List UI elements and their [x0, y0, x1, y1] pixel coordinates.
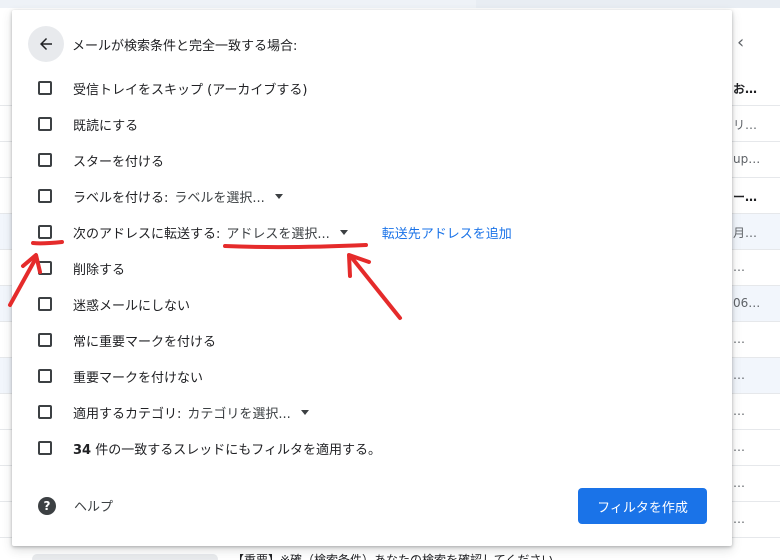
category-select-dropdown[interactable]: カテゴリを選択... — [187, 403, 309, 422]
bg-snippet: up… — [733, 152, 761, 166]
option-label: 受信トレイをスキップ (アーカイブする) — [73, 82, 308, 98]
option-label: 34 件の一致するスレッドにもフィルタを適用する。 — [73, 439, 381, 458]
checkbox-apply-label[interactable] — [38, 189, 52, 203]
checkbox-never-important[interactable] — [38, 369, 52, 383]
option-label: 削除する — [73, 262, 126, 278]
option-star: スターを付ける — [38, 150, 164, 170]
dialog-header: メールが検索条件と完全一致する場合: — [28, 26, 297, 62]
checkbox-mark-read[interactable] — [38, 117, 52, 131]
bg-snippet: … — [733, 404, 745, 418]
bg-snippet: 月… — [733, 226, 758, 240]
bg-snippet: … — [733, 368, 745, 382]
option-delete: 削除する — [38, 258, 125, 278]
option-label: 重要マークを付けない — [73, 370, 204, 386]
bg-snippet: お… — [733, 82, 758, 96]
add-forwarding-address-link[interactable]: 転送先アドレスを追加 — [382, 223, 512, 242]
option-mark-read: 既読にする — [38, 114, 138, 134]
checkbox-skip-inbox[interactable] — [38, 81, 52, 95]
dropdown-value: ラベルを選択... — [174, 190, 265, 206]
option-label: 次のアドレスに転送する: — [73, 226, 221, 242]
option-label: 迷惑メールにしない — [73, 298, 191, 314]
option-label: 適用するカテゴリ: — [73, 406, 182, 422]
arrow-back-icon — [40, 38, 52, 50]
dialog-title: メールが検索条件と完全一致する場合: — [72, 38, 298, 54]
option-skip-inbox: 受信トレイをスキップ (アーカイブする) — [38, 78, 308, 98]
background-top-band-right — [476, 0, 780, 8]
bg-bottom-text: 【重要】※確（検索条件）あなたの検索を確認してください — [232, 553, 554, 560]
option-label: ラベルを付ける: — [73, 190, 169, 206]
chevron-left-icon[interactable]: ‹ — [737, 32, 744, 53]
address-select-dropdown[interactable]: アドレスを選択... — [226, 223, 348, 242]
option-never-spam: 迷惑メールにしない — [38, 294, 190, 314]
bg-snippet: … — [733, 476, 745, 490]
dropdown-arrow-icon — [339, 229, 348, 235]
bg-snippet: … — [733, 512, 745, 526]
dropdown-arrow-icon — [300, 409, 309, 415]
bg-snippet: リ… — [733, 118, 758, 132]
help-icon: ? — [38, 496, 56, 515]
option-label: 常に重要マークを付ける — [73, 334, 217, 350]
checkbox-never-spam[interactable] — [38, 297, 52, 311]
filter-dialog: メールが検索条件と完全一致する場合: 受信トレイをスキップ (アーカイブする) … — [12, 10, 732, 546]
create-filter-button[interactable]: フィルタを作成 — [578, 488, 707, 524]
dropdown-arrow-icon — [274, 193, 283, 199]
dropdown-value: カテゴリを選択... — [187, 406, 291, 422]
checkbox-forward[interactable] — [38, 225, 52, 239]
checkbox-always-important[interactable] — [38, 333, 52, 347]
dropdown-value: アドレスを選択... — [226, 226, 330, 242]
match-count: 34 — [73, 442, 92, 458]
checkbox-star[interactable] — [38, 153, 52, 167]
checkbox-category[interactable] — [38, 405, 52, 419]
option-label: スターを付ける — [73, 154, 165, 170]
bg-bottom-chip — [32, 554, 218, 560]
option-apply-to-matching: 34 件の一致するスレッドにもフィルタを適用する。 — [38, 438, 381, 458]
option-forward: 次のアドレスに転送する: アドレスを選択... 転送先アドレスを追加 — [38, 222, 512, 242]
checkbox-delete[interactable] — [38, 261, 52, 275]
bg-snippet: 06… — [733, 296, 761, 310]
option-always-important: 常に重要マークを付ける — [38, 330, 216, 350]
bg-snippet: ー… — [733, 190, 758, 204]
bg-snippet: … — [733, 440, 745, 454]
bg-snippet: … — [733, 260, 745, 274]
match-text: 件の一致するスレッドにもフィルタを適用する。 — [91, 442, 381, 458]
option-label: 既読にする — [73, 118, 139, 134]
option-never-important: 重要マークを付けない — [38, 366, 203, 386]
label-select-dropdown[interactable]: ラベルを選択... — [174, 187, 283, 206]
checkbox-apply-to-matching[interactable] — [38, 441, 52, 455]
option-apply-label: ラベルを付ける: ラベルを選択... — [38, 186, 283, 206]
bg-snippet: … — [733, 332, 745, 346]
back-button[interactable] — [28, 26, 64, 62]
help-label: ヘルプ — [74, 500, 114, 515]
option-category: 適用するカテゴリ: カテゴリを選択... — [38, 402, 309, 422]
help-link[interactable]: ? ヘルプ — [38, 496, 113, 515]
